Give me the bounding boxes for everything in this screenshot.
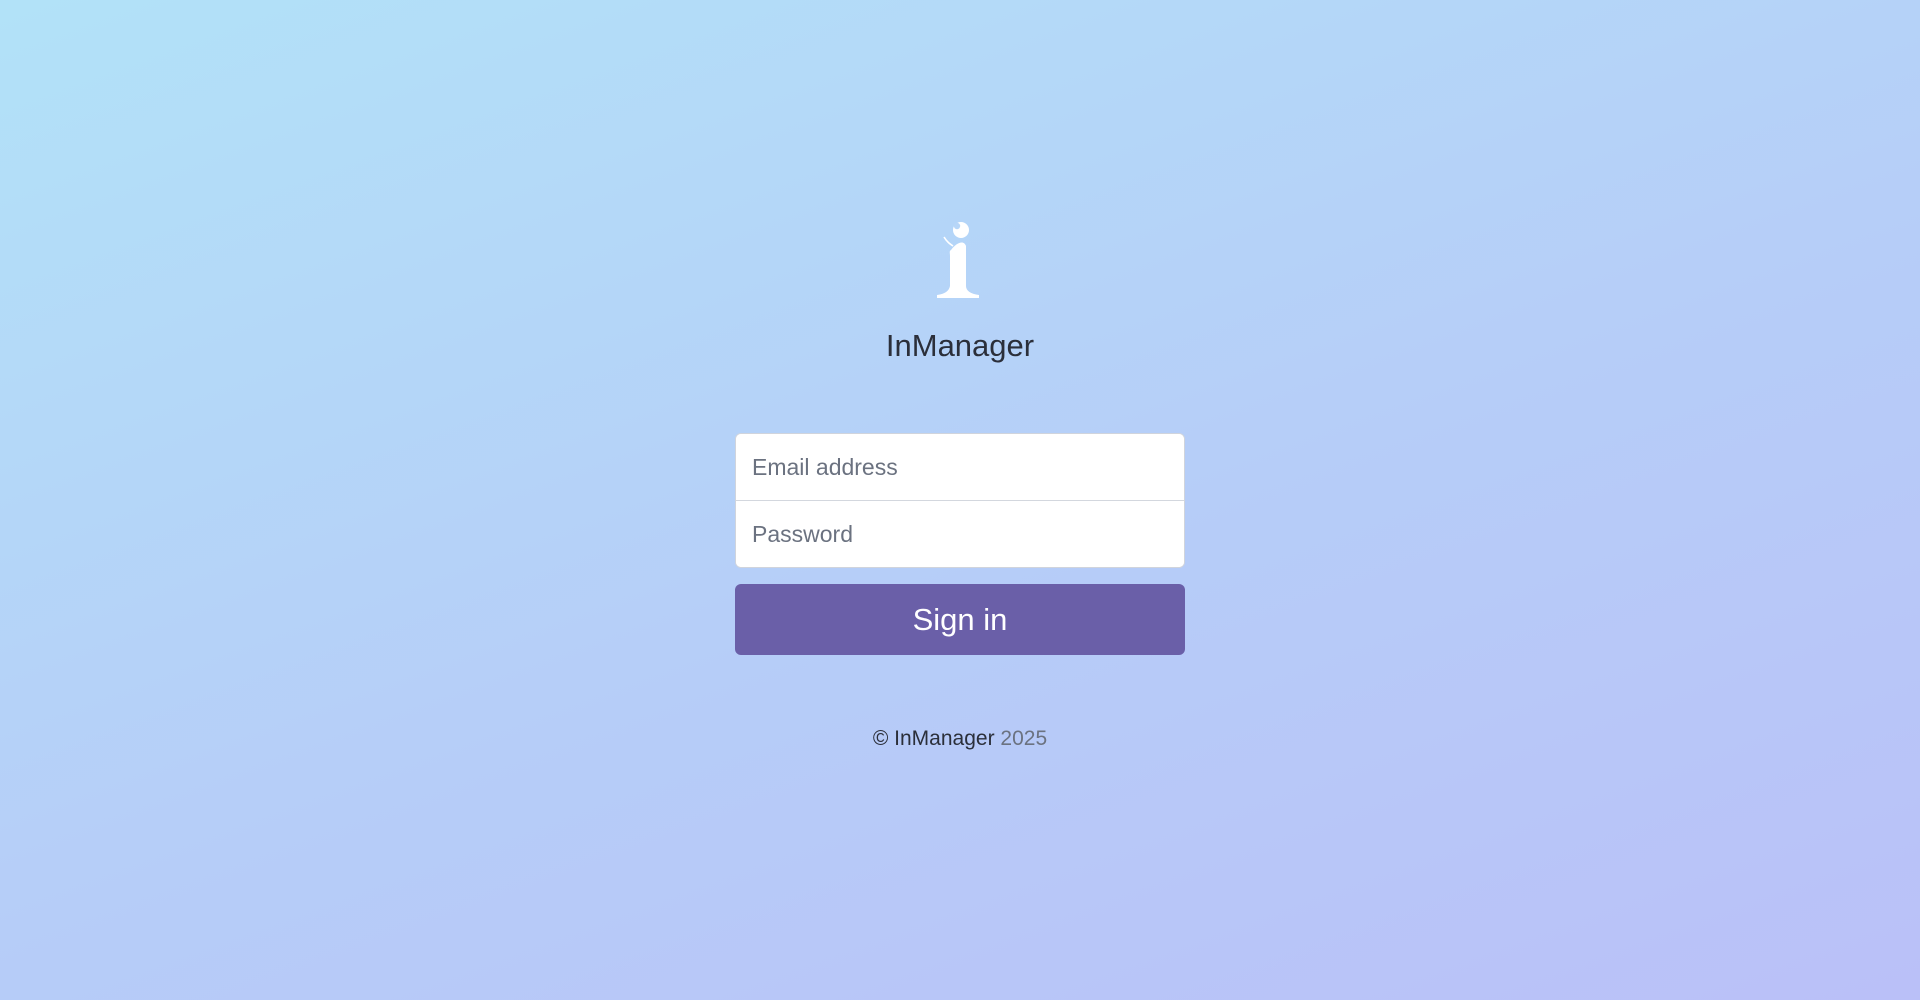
login-form [735,433,1185,568]
login-container: InManager Sign in © InManager 2025 [735,220,1185,751]
app-title: InManager [885,328,1035,363]
inmanager-logo-icon [937,222,979,298]
password-input[interactable] [736,501,1184,567]
email-input[interactable] [736,434,1184,500]
footer-copyright: © InManager 2025 [873,727,1047,751]
footer-brand: InManager [894,727,995,750]
sign-in-button[interactable]: Sign in [735,584,1185,655]
copyright-symbol: © [872,727,889,750]
footer-year: 2025 [1000,727,1048,750]
